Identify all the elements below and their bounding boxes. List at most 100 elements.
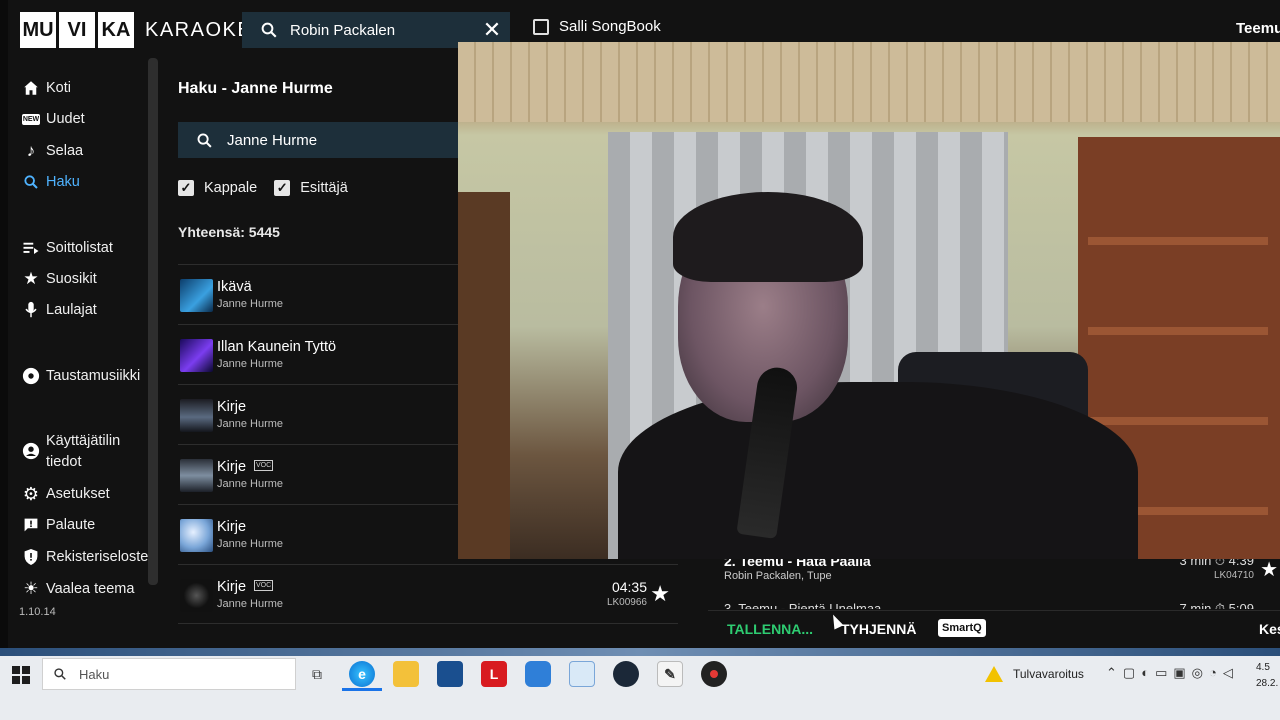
- search-icon: [20, 172, 42, 192]
- sidebar-item-label: Asetukset: [46, 486, 110, 502]
- queue-item-title[interactable]: 2. Teemu - Hätä Päällä: [724, 559, 871, 569]
- song-thumbnail: [180, 279, 213, 312]
- song-title: Illan Kaunein Tyttö: [217, 339, 337, 355]
- paint-icon[interactable]: ✎: [657, 661, 683, 687]
- sidebar-item-label: tiedot: [46, 454, 82, 470]
- favorite-star-icon[interactable]: ★: [1260, 559, 1278, 582]
- clear-queue-button[interactable]: TYHJENNÄ: [841, 621, 916, 637]
- song-title: Kirje: [217, 399, 247, 415]
- tray-app-icon[interactable]: ▢: [1123, 665, 1135, 681]
- search-icon: [261, 22, 277, 38]
- tray-device-icon[interactable]: ▣: [1173, 665, 1185, 681]
- tray-network-icon[interactable]: ◐: [1141, 665, 1149, 681]
- search-input[interactable]: Janne Hurme: [227, 132, 317, 149]
- song-title: Kirje: [217, 519, 247, 535]
- global-search-input[interactable]: Robin Packalen: [290, 22, 474, 39]
- store-icon[interactable]: [437, 661, 463, 687]
- smartq-button[interactable]: SmartQ: [938, 619, 986, 637]
- song-filter-checkbox[interactable]: ✓: [178, 180, 194, 196]
- sidebar-item-kayttajatili[interactable]: Käyttäjätilin tiedot: [20, 431, 120, 473]
- sidebar-item-soittolistat[interactable]: Soittolistat: [20, 238, 113, 258]
- sidebar-item-uudet[interactable]: NEW Uudet: [20, 109, 85, 129]
- task-view-icon[interactable]: ⧉: [304, 661, 330, 687]
- sidebar-item-rekisteriseloste[interactable]: Rekisteriseloste: [20, 547, 148, 567]
- song-title: Kirje VOC: [217, 579, 274, 595]
- windows-start-icon[interactable]: [12, 666, 30, 684]
- muvika-logo[interactable]: MU VI KA KARAOKE: [20, 12, 252, 48]
- new-badge-icon: NEW: [21, 113, 41, 125]
- tray-update-icon[interactable]: ◎: [1192, 665, 1203, 681]
- search-field[interactable]: Janne Hurme: [178, 122, 468, 158]
- song-artist: Janne Hurme: [217, 298, 284, 310]
- notepad-icon[interactable]: [569, 661, 595, 687]
- song-row[interactable]: Kirje VOC Janne Hurme 04:35 LK00966 ★: [178, 564, 678, 624]
- queue-actions: TALLENNA... TYHJENNÄ SmartQ Kest: [708, 610, 1280, 646]
- clear-search-icon[interactable]: ✕: [474, 17, 510, 43]
- taskbar-search-placeholder: Haku: [79, 666, 110, 682]
- salli-songbook-checkbox[interactable]: [533, 18, 549, 35]
- song-duration: 04:35: [611, 579, 647, 595]
- duration-sort-button[interactable]: Kest: [1259, 621, 1280, 637]
- sidebar-item-label: Haku: [46, 174, 80, 190]
- voc-badge: VOC: [254, 460, 274, 471]
- salli-songbook-label: Salli SongBook: [559, 18, 661, 35]
- star-icon: ★: [23, 269, 39, 288]
- song-artist: Janne Hurme: [217, 358, 284, 370]
- wifi-icon[interactable]: ◔: [1209, 665, 1217, 681]
- obs-record-icon[interactable]: [701, 661, 727, 687]
- sidebar-item-haku[interactable]: Haku: [20, 172, 80, 192]
- search-icon: [197, 133, 212, 148]
- video-ceiling: [458, 42, 1280, 122]
- song-thumbnail: [180, 399, 213, 432]
- sidebar-item-vaalea-teema[interactable]: ☀ Vaalea teema: [20, 579, 134, 599]
- sidebar-item-label: Vaalea teema: [46, 581, 135, 597]
- karaoke-app-window: MU VI KA KARAOKE Robin Packalen ✕ Salli …: [0, 0, 1280, 655]
- clock-date: 28.2.: [1256, 678, 1279, 689]
- sidebar-item-asetukset[interactable]: ⚙ Asetukset: [20, 484, 110, 504]
- video-left-shelf: [458, 192, 510, 559]
- queue-next-title[interactable]: 3. Teemu - Pientä Unelmaa: [724, 601, 881, 609]
- queue-item-artist: Robin Packalen, Tupe: [724, 570, 832, 582]
- user-name[interactable]: Teemu: [1236, 20, 1280, 37]
- salli-songbook-toggle[interactable]: Salli SongBook: [533, 18, 661, 35]
- taskbar-clock[interactable]: 4.5 28.2.: [1256, 660, 1278, 692]
- artist-filter-checkbox[interactable]: ✓: [274, 180, 291, 196]
- system-tray: ⌃ ▢ ◐ ▭ ▣ ◎ ◔ ◁: [1106, 665, 1233, 681]
- logo-word: KARAOKE: [145, 18, 253, 41]
- chevron-up-icon[interactable]: ⌃: [1106, 665, 1117, 681]
- microphone-icon: [20, 300, 42, 320]
- music-note-icon: ♪: [26, 141, 36, 160]
- queue-next-time: 7 min ⏱ 5:09: [1179, 601, 1254, 609]
- app-l-icon[interactable]: L: [481, 661, 507, 687]
- sidebar-item-palaute[interactable]: Palaute: [20, 515, 95, 535]
- outlook-icon[interactable]: [525, 661, 551, 687]
- edge-browser-icon[interactable]: e: [349, 661, 375, 687]
- sidebar-item-selaa[interactable]: ♪ Selaa: [20, 141, 83, 161]
- song-thumbnail: [180, 579, 213, 612]
- battery-icon[interactable]: ▭: [1155, 665, 1167, 681]
- sidebar-item-label: Selaa: [46, 143, 84, 159]
- speaker-icon[interactable]: ◁: [1223, 665, 1233, 681]
- taskbar-search[interactable]: Haku: [42, 658, 296, 690]
- sidebar-item-suosikit[interactable]: ★ Suosikit: [20, 269, 96, 289]
- file-explorer-icon[interactable]: [393, 661, 419, 687]
- sidebar-item-label: Käyttäjätilin: [46, 433, 121, 449]
- sidebar-item-label: Koti: [46, 80, 71, 96]
- song-artist: Janne Hurme: [217, 418, 284, 430]
- save-button[interactable]: TALLENNA...: [727, 621, 813, 637]
- sidebar-item-laulajat[interactable]: Laulajat: [20, 300, 97, 320]
- song-artist: Janne Hurme: [217, 598, 284, 610]
- account-icon: [20, 441, 42, 461]
- song-filter-label: Kappale: [204, 180, 258, 196]
- video-person-hair: [673, 192, 863, 282]
- sidebar-item-koti[interactable]: Koti: [20, 78, 71, 98]
- home-icon: [20, 78, 42, 98]
- song-title-text: Kirje: [217, 459, 247, 475]
- webcam-video-feed: [458, 42, 1280, 559]
- sidebar-item-taustamusiikki[interactable]: Taustamusiikki: [20, 366, 140, 386]
- steam-icon[interactable]: [613, 661, 639, 687]
- disc-icon: [20, 366, 42, 386]
- weather-warning[interactable]: Tulvavaroitus: [985, 666, 1084, 682]
- sidebar-scrollbar[interactable]: [148, 58, 158, 585]
- favorite-star-icon[interactable]: ★: [650, 581, 670, 607]
